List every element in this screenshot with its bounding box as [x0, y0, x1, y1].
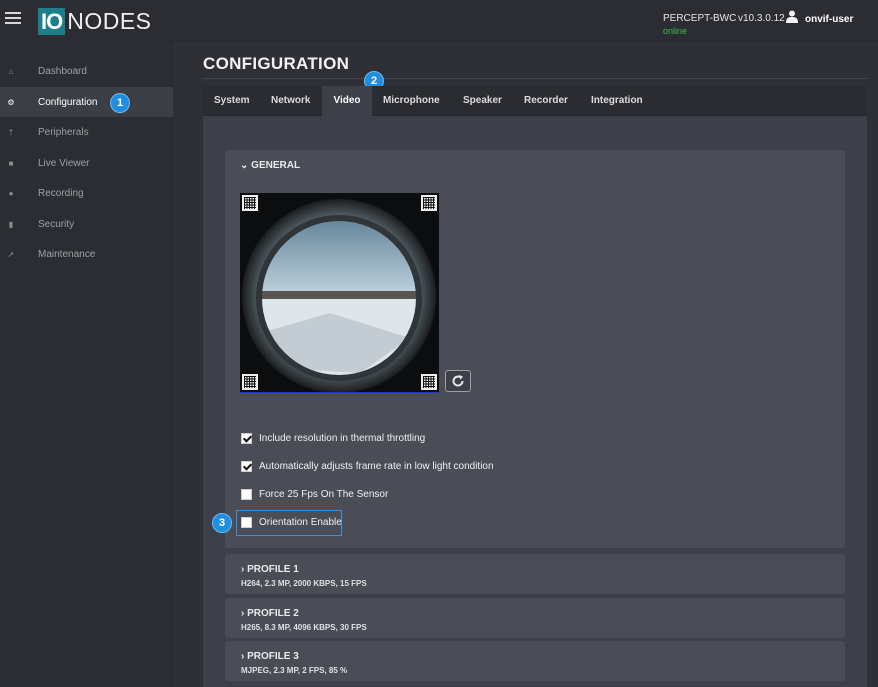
sidebar-item-security[interactable]: ▮ Security — [0, 209, 173, 239]
qr-code — [421, 195, 437, 211]
profile-1-panel[interactable]: › PROFILE 1 H264, 2.3 MP, 2000 KBPS, 15 … — [225, 554, 845, 594]
tab-microphone[interactable]: Microphone — [383, 86, 440, 116]
wrench-icon: ➚ — [7, 249, 15, 259]
qr-code — [421, 374, 437, 390]
tab-system[interactable]: System — [214, 86, 250, 116]
user-name[interactable]: onvif-user — [805, 14, 853, 25]
chevron-down-icon: ⌄ — [240, 160, 249, 171]
tab-network[interactable]: Network — [271, 86, 310, 116]
video-camera-icon: ■ — [8, 158, 14, 168]
page-title: CONFIGURATION — [203, 54, 350, 73]
general-header[interactable]: ⌄ GENERAL — [240, 160, 300, 171]
device-name: PERCEPT-BWC — [663, 13, 737, 24]
option-orientation-enable[interactable]: Orientation Enable — [241, 517, 342, 528]
hamburger-menu-icon[interactable] — [5, 12, 21, 25]
camera-preview — [240, 193, 439, 393]
tab-integration[interactable]: Integration — [591, 86, 643, 116]
chevron-right-icon: › — [241, 651, 245, 662]
gear-icon: ⚙ — [7, 97, 15, 107]
home-icon: ⌂ — [8, 66, 14, 76]
sidebar-item-live-viewer[interactable]: ■ Live Viewer — [0, 148, 173, 178]
option-low-light-frame-rate[interactable]: Automatically adjusts frame rate in low … — [241, 461, 494, 472]
callout-badge-3: 3 — [212, 513, 232, 533]
profile-3-panel[interactable]: › PROFILE 3 MJPEG, 2.3 MP, 2 FPS, 85 % — [225, 641, 845, 681]
refresh-icon — [452, 375, 464, 387]
checkbox[interactable] — [241, 433, 252, 444]
sidebar-item-peripherals[interactable]: † Peripherals — [0, 117, 173, 147]
sidebar-item-recording[interactable]: ● Recording — [0, 178, 173, 208]
firmware-version: v10.3.0.12 — [738, 13, 785, 24]
refresh-preview-button[interactable] — [445, 370, 471, 392]
checkbox[interactable] — [241, 461, 252, 472]
tab-recorder[interactable]: Recorder — [524, 86, 568, 116]
chevron-right-icon: › — [241, 608, 245, 619]
qr-code — [242, 374, 258, 390]
chevron-right-icon: › — [241, 564, 245, 575]
tab-bar: System Network Video Microphone Speaker … — [203, 86, 867, 116]
user-icon[interactable] — [786, 10, 798, 23]
microphone-icon: † — [8, 127, 14, 137]
sidebar-item-maintenance[interactable]: ➚ Maintenance — [0, 239, 173, 269]
top-bar: IO NODES PERCEPT-BWC online v10.3.0.12 o… — [0, 0, 878, 42]
fisheye-image — [240, 193, 439, 392]
lock-icon: ▮ — [8, 219, 14, 229]
record-icon: ● — [8, 188, 14, 198]
checkbox[interactable] — [241, 489, 252, 500]
tab-video[interactable]: Video — [322, 86, 372, 116]
title-divider — [203, 78, 867, 79]
callout-badge-1: 1 — [110, 93, 130, 113]
sidebar-item-dashboard[interactable]: ⌂ Dashboard — [0, 56, 173, 86]
option-force-25-fps[interactable]: Force 25 Fps On The Sensor — [241, 489, 388, 500]
option-thermal-throttling[interactable]: Include resolution in thermal throttling — [241, 433, 425, 444]
ionodes-logo[interactable]: IO NODES — [38, 8, 152, 35]
profile-2-panel[interactable]: › PROFILE 2 H265, 8.3 MP, 4096 KBPS, 30 … — [225, 598, 845, 638]
tab-speaker[interactable]: Speaker — [463, 86, 502, 116]
device-status: online — [663, 26, 688, 36]
checkbox[interactable] — [241, 517, 252, 528]
qr-code — [242, 195, 258, 211]
sidebar-item-configuration[interactable]: ⚙ Configuration — [0, 87, 173, 117]
